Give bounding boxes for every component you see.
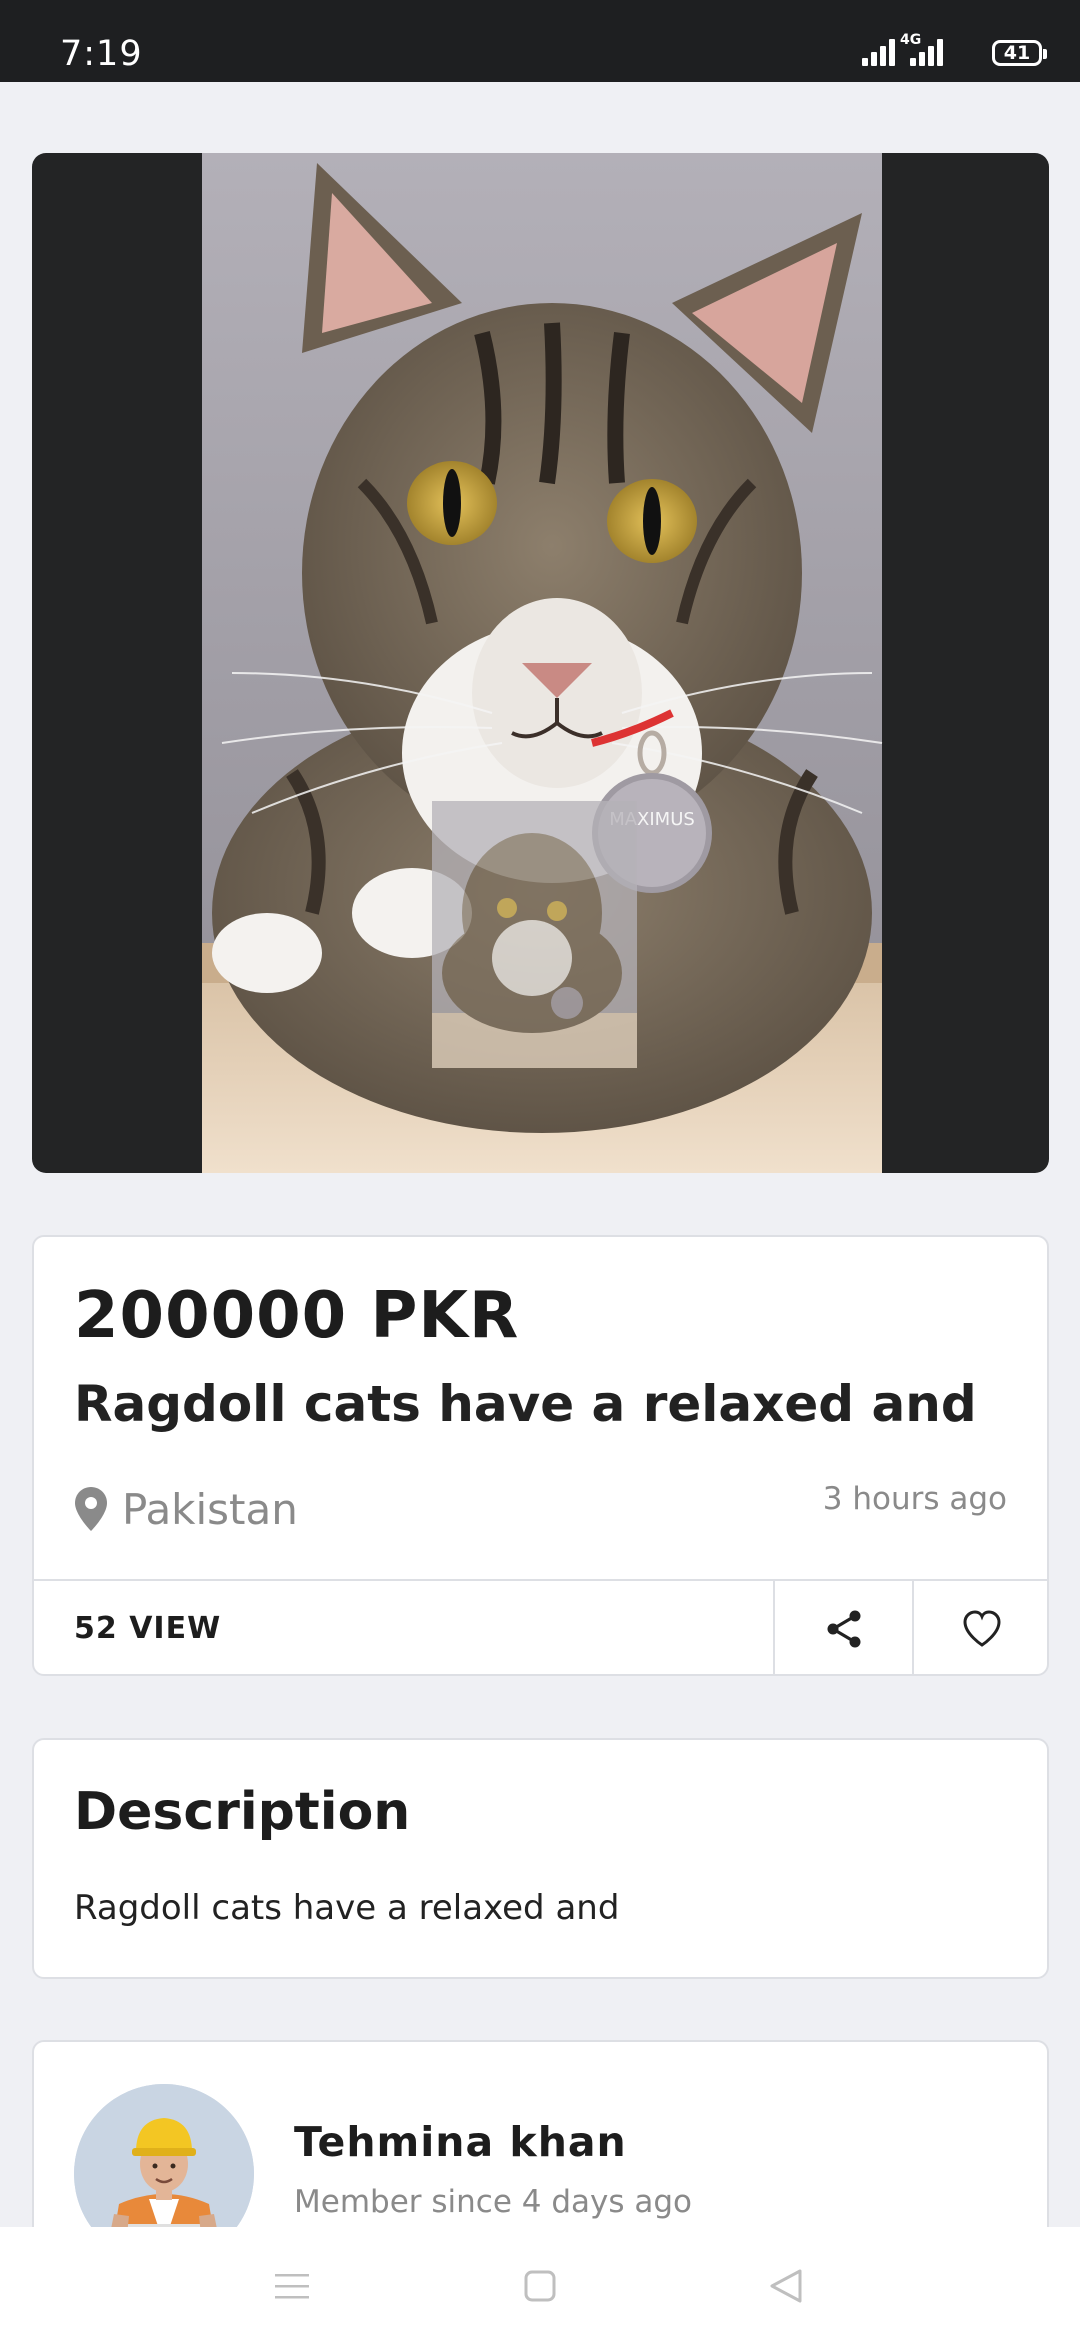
nav-home-button[interactable] — [510, 2261, 570, 2311]
status-icons: 4G 41 — [842, 32, 1047, 72]
favorite-button[interactable] — [912, 1581, 1049, 1676]
location-text: Pakistan — [122, 1484, 298, 1534]
seller-name: Tehmina khan — [294, 2118, 627, 2166]
map-pin-icon — [75, 1487, 107, 1531]
listing-image[interactable]: MAXIMUS — [32, 153, 1049, 1173]
nav-menu-button[interactable] — [262, 2261, 322, 2311]
description-text: Ragdoll cats have a relaxed and — [74, 1888, 620, 1928]
back-triangle-icon — [770, 2269, 802, 2303]
status-bar: 7:19 4G 41 — [0, 0, 1080, 82]
listing-title: Ragdoll cats have a relaxed and — [74, 1375, 977, 1433]
share-icon — [827, 1610, 860, 1647]
cat-photo: MAXIMUS — [202, 153, 883, 1173]
listing-info-card: 200000 PKR Ragdoll cats have a relaxed a… — [32, 1235, 1049, 1676]
description-heading: Description — [74, 1782, 411, 1842]
system-nav-bar — [0, 2227, 1080, 2340]
listing-location: Pakistan — [74, 1479, 298, 1539]
home-square-icon — [524, 2270, 556, 2302]
share-button[interactable] — [773, 1581, 912, 1676]
description-card: Description Ragdoll cats have a relaxed … — [32, 1738, 1049, 1979]
nav-back-button[interactable] — [756, 2261, 816, 2311]
view-count: 52 VIEW — [74, 1611, 222, 1646]
seller-member-since: Member since 4 days ago — [294, 2184, 692, 2220]
signal-4g-icon — [910, 38, 946, 66]
signal-icon — [862, 38, 898, 66]
menu-icon — [275, 2274, 309, 2299]
listing-price: 200000 PKR — [74, 1279, 520, 1353]
posted-time: 3 hours ago — [822, 1481, 1007, 1517]
status-time: 7:19 — [60, 34, 143, 74]
battery-icon: 41 — [992, 40, 1047, 66]
heart-icon — [962, 1609, 1001, 1647]
